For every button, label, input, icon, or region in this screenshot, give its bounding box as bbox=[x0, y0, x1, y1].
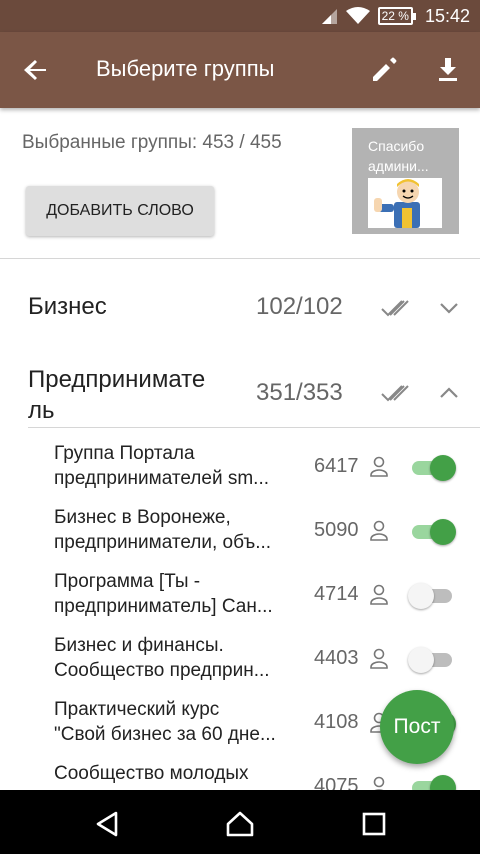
group-title: Практический курс "Свой бизнес за 60 дне… bbox=[54, 697, 300, 747]
post-fab-button[interactable]: Пост bbox=[380, 690, 454, 764]
group-title: Бизнес в Воронеже, предприниматели, объ.… bbox=[54, 505, 300, 555]
group-title-line1: Группа Портала bbox=[54, 443, 195, 464]
category-name: Бизнес bbox=[28, 293, 107, 320]
group-title-line2: Сообщество предприн... bbox=[54, 660, 270, 681]
group-toggle[interactable] bbox=[408, 519, 456, 545]
chevron-down-icon[interactable] bbox=[438, 296, 460, 320]
group-member-count: 4403 bbox=[314, 647, 359, 669]
person-icon bbox=[370, 520, 388, 541]
group-title-line1: Бизнес в Воронеже, bbox=[54, 507, 231, 528]
list-item-group[interactable]: Бизнес в Воронеже, предприниматели, объ.… bbox=[0, 505, 480, 569]
divider bbox=[28, 427, 480, 428]
system-nav-bar bbox=[0, 790, 480, 854]
ad-text-line2: админи... bbox=[368, 158, 429, 174]
group-title: Сообщество молодых bbox=[54, 761, 300, 786]
list-item-group[interactable]: Бизнес и финансы. Сообщество предприн...… bbox=[0, 633, 480, 697]
add-word-button[interactable]: ДОБАВИТЬ СЛОВО bbox=[26, 186, 214, 236]
group-member-count: 6417 bbox=[314, 455, 359, 477]
double-check-icon[interactable] bbox=[380, 296, 412, 320]
person-icon bbox=[370, 648, 388, 669]
group-toggle[interactable] bbox=[408, 583, 456, 609]
page-title: Выберите группы bbox=[96, 56, 275, 81]
group-title: Программа [Ты - предприниматель] Сан... bbox=[54, 569, 300, 619]
group-title-line1: Сообщество молодых bbox=[54, 763, 249, 784]
app-bar: Выберите группы bbox=[0, 32, 480, 108]
group-toggle[interactable] bbox=[408, 455, 456, 481]
arrow-back-icon[interactable] bbox=[20, 54, 52, 86]
group-title-line2: предприниматели, объ... bbox=[54, 532, 272, 553]
home-icon[interactable] bbox=[224, 808, 256, 840]
chevron-up-icon[interactable] bbox=[438, 381, 460, 405]
signal-icon bbox=[321, 9, 337, 24]
group-member-count: 5090 bbox=[314, 519, 359, 541]
group-title-line2: предпринимателей sm... bbox=[54, 468, 270, 489]
double-check-icon[interactable] bbox=[380, 381, 412, 405]
category-count: 102/102 bbox=[256, 293, 343, 320]
wifi-icon bbox=[345, 7, 370, 24]
list-item-group[interactable]: Группа Портала предпринимателей sm... 64… bbox=[0, 441, 480, 505]
ad-banner[interactable]: Спасибо админи... bbox=[352, 128, 459, 234]
divider bbox=[0, 258, 480, 259]
category-name-line2: ль bbox=[28, 397, 55, 424]
ad-image bbox=[368, 178, 442, 228]
recents-square-icon[interactable] bbox=[358, 808, 390, 840]
category-count: 351/353 bbox=[256, 379, 343, 406]
group-title-line1: Практический курс bbox=[54, 699, 220, 720]
download-icon[interactable] bbox=[432, 54, 464, 86]
vault-boy-thumbs-up-icon bbox=[374, 179, 420, 228]
group-title-line2: предприниматель] Сан... bbox=[54, 596, 273, 617]
group-title-line1: Программа [Ты - bbox=[54, 571, 201, 592]
list-item-group[interactable]: Программа [Ты - предприниматель] Сан... … bbox=[0, 569, 480, 633]
category-name: Предпринимате ль bbox=[28, 364, 205, 426]
ad-text-line1: Спасибо bbox=[368, 138, 425, 154]
group-member-count: 4714 bbox=[314, 583, 359, 605]
group-toggle[interactable] bbox=[408, 647, 456, 673]
category-name-line1: Предпринимате bbox=[28, 366, 206, 393]
group-title-line2: "Свой бизнес за 60 дне... bbox=[54, 724, 276, 745]
person-icon bbox=[370, 456, 388, 477]
group-title: Бизнес и финансы. Сообщество предприн... bbox=[54, 633, 300, 683]
group-member-count: 4108 bbox=[314, 711, 359, 733]
group-title-line1: Бизнес и финансы. bbox=[54, 635, 224, 656]
status-indicators: 22 % 15:42 bbox=[320, 0, 470, 32]
status-bar: 22 % 15:42 bbox=[0, 0, 480, 32]
selected-groups-count: Выбранные группы: 453 / 455 bbox=[22, 132, 282, 153]
battery-indicator: 22 % bbox=[377, 7, 417, 25]
status-time: 15:42 bbox=[424, 5, 470, 26]
pencil-icon[interactable] bbox=[368, 54, 400, 86]
group-title: Группа Портала предпринимателей sm... bbox=[54, 441, 300, 491]
back-triangle-icon[interactable] bbox=[92, 808, 124, 840]
person-icon bbox=[370, 584, 388, 605]
